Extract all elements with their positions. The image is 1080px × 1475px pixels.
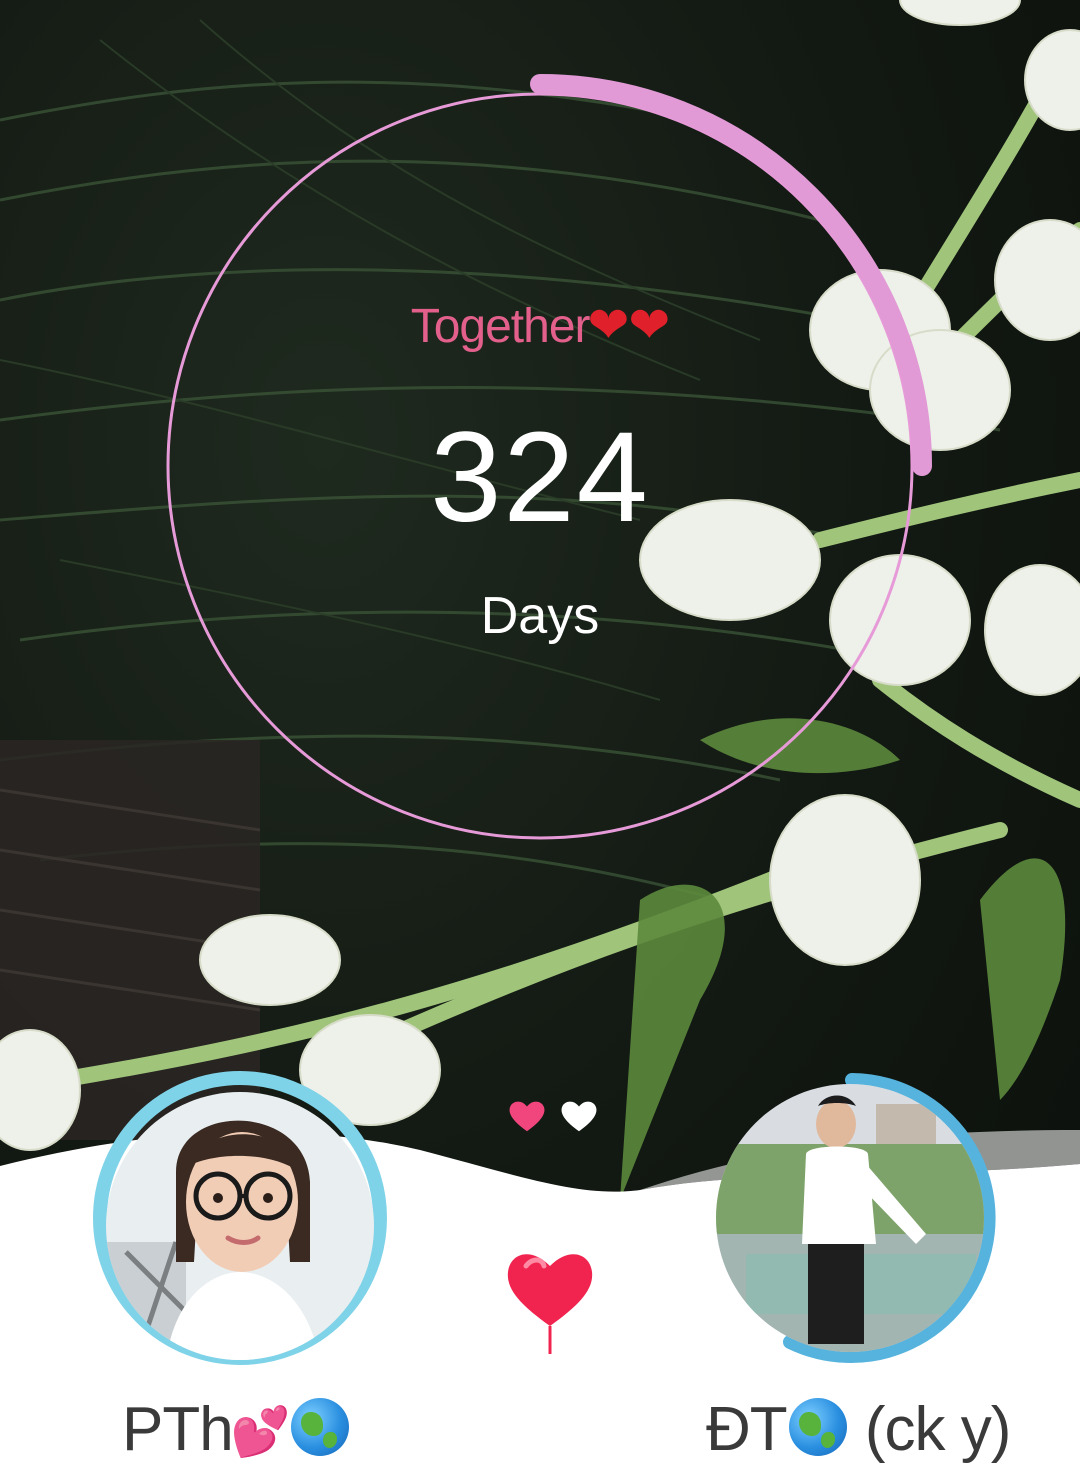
two-hearts-emoji: 💕 bbox=[230, 1406, 291, 1459]
partner-right-photo bbox=[716, 1084, 984, 1352]
balloon-heart-icon[interactable] bbox=[504, 1244, 596, 1356]
partner-right-name[interactable]: ĐT (ck y) bbox=[706, 1394, 1012, 1465]
partner-right-name-suffix: (ck y) bbox=[848, 1395, 1012, 1464]
together-label: Together bbox=[410, 300, 591, 353]
globe-icon bbox=[788, 1398, 847, 1456]
partner-left-avatar[interactable] bbox=[106, 1092, 374, 1360]
red-hearts-emoji: ❤❤ bbox=[587, 297, 671, 353]
partner-right-name-prefix: ĐT bbox=[706, 1395, 788, 1464]
days-label: Days bbox=[480, 587, 600, 645]
partner-left-name[interactable]: PTh💕 bbox=[122, 1394, 351, 1465]
days-count[interactable]: 324 bbox=[0, 404, 1080, 551]
partner-right-avatar[interactable] bbox=[716, 1084, 984, 1352]
partner-left-name-text: PTh bbox=[122, 1395, 234, 1464]
partner-left-photo bbox=[106, 1092, 374, 1360]
globe-icon bbox=[291, 1398, 350, 1456]
together-title[interactable]: Together❤❤ bbox=[0, 296, 1080, 354]
